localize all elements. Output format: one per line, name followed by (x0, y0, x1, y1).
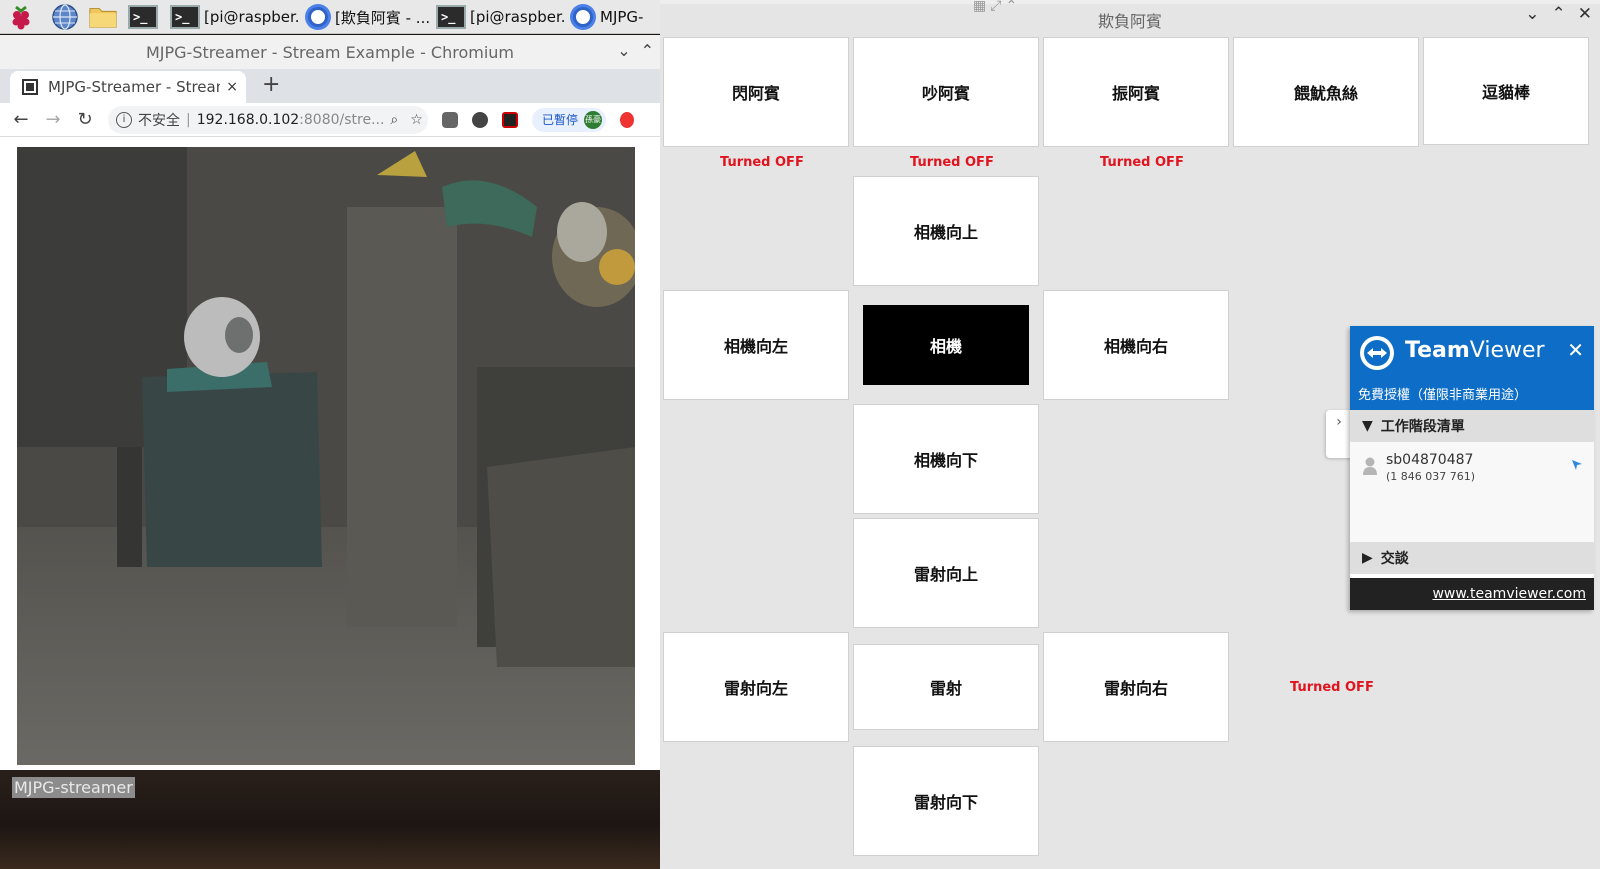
noise-button[interactable]: 吵阿賓 (853, 37, 1039, 147)
url-path: :8080/stre... (299, 111, 385, 128)
camera-right-button[interactable]: 相機向右 (1043, 290, 1229, 400)
terminal-launcher-icon[interactable]: >_ (126, 3, 160, 31)
teamviewer-collapse-tab[interactable]: › (1326, 410, 1352, 458)
extension-chat-icon[interactable] (442, 111, 458, 128)
camera-left-button[interactable]: 相機向左 (663, 290, 849, 400)
session-name[interactable]: sb04870487 (1386, 452, 1473, 468)
session-list: sb04870487 (1 846 037 761) (1350, 442, 1594, 542)
section-title: 工作階段清單 (1380, 419, 1465, 435)
flash-status: Turned OFF (720, 155, 804, 170)
task-label: [pi@raspber... (470, 8, 566, 26)
teamviewer-link[interactable]: www.teamviewer.com (1432, 586, 1586, 602)
flash-button[interactable]: 閃阿賓 (663, 37, 849, 147)
omnibox-divider: | (186, 111, 191, 128)
minimize-icon[interactable]: ⌄ (1525, 4, 1539, 24)
vibrate-button[interactable]: 振阿賓 (1043, 37, 1229, 147)
control-titlebar[interactable]: 欺負阿賓 (660, 4, 1600, 36)
session-list-header[interactable]: ▼ 工作階段清單 (1350, 410, 1594, 442)
site-info-icon[interactable]: i (116, 111, 132, 128)
chromium-window: MJPG-Streamer - Stream Example - Chromiu… (0, 35, 660, 869)
teamviewer-panel: TeamViewer ✕ 免費授權（僅限非商業用途） ▼ 工作階段清單 sb04… (1350, 326, 1594, 610)
extension-red-icon[interactable] (620, 111, 635, 128)
window-title: 欺負阿賓 (1097, 12, 1162, 31)
chromium-icon (570, 4, 596, 30)
laser-toggle-button[interactable]: 雷射 (853, 644, 1039, 730)
web-browser-icon[interactable] (50, 3, 80, 31)
url-host: 192.168.0.102 (196, 111, 300, 128)
feed-squid-button[interactable]: 餵魷魚絲 (1233, 37, 1419, 147)
license-text: 免費授權（僅限非商業用途） (1358, 388, 1528, 403)
noise-status: Turned OFF (910, 155, 994, 170)
laser-status: Turned OFF (1290, 680, 1374, 695)
laser-up-button[interactable]: 雷射向上 (853, 518, 1039, 628)
teamviewer-brand: TeamViewer (1405, 338, 1545, 363)
task-label: MJPG- (600, 8, 644, 26)
camera-frame (17, 147, 635, 765)
desktop: >_ >_ [pi@raspber... [欺負阿賓 - ... >_ [pi@… (0, 0, 1600, 869)
vibrate-status: Turned OFF (1100, 155, 1184, 170)
address-bar[interactable]: i 不安全 | 192.168.0.102:8080/stre... ⌕ ☆ (108, 105, 428, 134)
file-manager-icon[interactable] (88, 3, 118, 31)
profile-status: 已暫停 (542, 113, 579, 127)
task-label: [pi@raspber... (204, 8, 300, 26)
teamviewer-footer: www.teamviewer.com (1350, 578, 1594, 610)
triangle-down-icon: ▼ (1362, 418, 1373, 434)
taskbar: >_ >_ [pi@raspber... [欺負阿賓 - ... >_ [pi@… (0, 0, 660, 34)
chevron-right-icon: › (1336, 414, 1342, 430)
laser-right-button[interactable]: 雷射向右 (1043, 632, 1229, 742)
browser-toolbar: ← → ↻ i 不安全 | 192.168.0.102:8080/stre...… (0, 103, 660, 137)
task-terminal-1[interactable]: >_ [pi@raspber... (170, 3, 300, 31)
new-tab-button[interactable]: + (262, 72, 280, 97)
maximize-icon[interactable]: ⌃ (641, 41, 654, 60)
page-favicon-icon (22, 79, 38, 95)
tab-title: MJPG-Streamer - Stream Example (48, 78, 220, 96)
close-icon[interactable]: ✕ (1567, 338, 1584, 362)
window-title: MJPG-Streamer - Stream Example - Chromiu… (145, 42, 515, 62)
session-id: (1 846 037 761) (1386, 470, 1476, 483)
camera-stream (17, 147, 635, 765)
user-icon (1363, 457, 1377, 475)
security-label: 不安全 (138, 112, 180, 129)
bookmark-star-icon[interactable]: ☆ (410, 112, 423, 128)
laser-down-button[interactable]: 雷射向下 (853, 746, 1039, 856)
camera-down-button[interactable]: 相機向下 (853, 404, 1039, 514)
laser-left-button[interactable]: 雷射向左 (663, 632, 849, 742)
section-title: 交談 (1380, 551, 1409, 567)
close-icon[interactable]: ✕ (1578, 4, 1592, 24)
task-terminal-2[interactable]: >_ [pi@raspber... (436, 3, 566, 31)
profile-avatar: 孫豪 (584, 110, 603, 129)
forward-icon[interactable]: → (44, 109, 62, 130)
extension-circle-icon[interactable] (472, 111, 488, 128)
task-chromium-2[interactable]: MJPG- (570, 3, 660, 31)
page-content: MJPG-streamer (0, 137, 660, 869)
chat-header[interactable]: ▶ 交談 (1350, 542, 1594, 574)
cat-teaser-button[interactable]: 逗貓棒 (1423, 37, 1589, 145)
tab-strip: MJPG-Streamer - Stream Example × + (0, 69, 660, 103)
camera-toggle-button[interactable]: 相機 (863, 305, 1029, 385)
maximize-icon[interactable]: ⌃ (1552, 4, 1566, 24)
zoom-icon[interactable]: ⌕ (390, 112, 398, 128)
teamviewer-logo-icon (1360, 336, 1394, 370)
camera-up-button[interactable]: 相機向上 (853, 176, 1039, 286)
triangle-right-icon: ▶ (1362, 550, 1373, 566)
chromium-icon (305, 4, 331, 30)
minimize-icon[interactable]: ⌄ (617, 41, 630, 60)
terminal-icon: >_ (436, 5, 466, 29)
chromium-titlebar[interactable]: MJPG-Streamer - Stream Example - Chromiu… (0, 35, 660, 69)
back-icon[interactable]: ← (12, 109, 30, 130)
teamviewer-header: TeamViewer ✕ 免費授權（僅限非商業用途） (1350, 326, 1594, 410)
raspberry-menu-icon[interactable] (6, 3, 36, 31)
profile-paused-chip[interactable]: 已暫停 孫豪 (532, 107, 607, 132)
terminal-icon: >_ (170, 5, 200, 29)
reload-icon[interactable]: ↻ (76, 109, 94, 130)
remote-pointer-icon[interactable] (1570, 458, 1584, 472)
task-chromium-1[interactable]: [欺負阿賓 - ... (305, 3, 433, 31)
stream-caption: MJPG-streamer (12, 777, 135, 798)
browser-tab[interactable]: MJPG-Streamer - Stream Example × (10, 71, 246, 103)
task-label: [欺負阿賓 - ... (335, 8, 431, 27)
tab-close-icon[interactable]: × (226, 79, 238, 95)
extension-acrobat-icon[interactable] (502, 111, 518, 128)
